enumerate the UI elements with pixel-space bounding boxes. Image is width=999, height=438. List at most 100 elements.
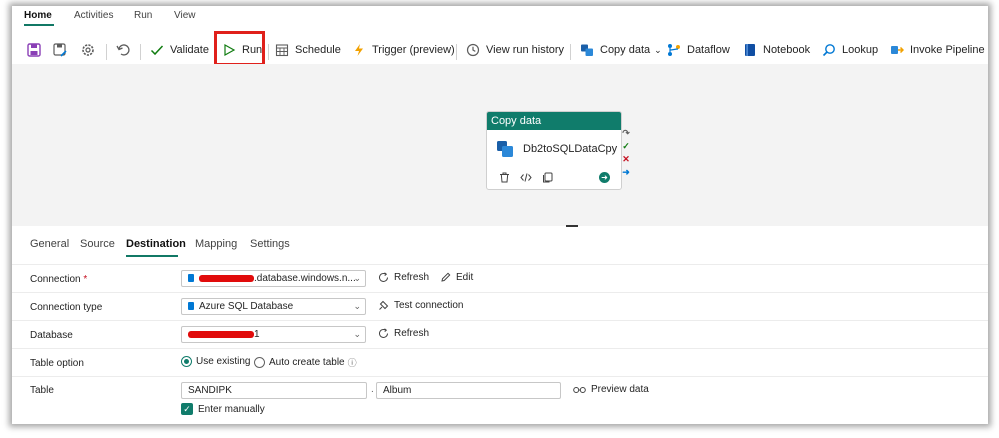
copy-data-button[interactable]: Copy data ⌄	[579, 41, 662, 59]
trigger-button[interactable]: Trigger (preview)	[351, 41, 455, 59]
code-icon[interactable]	[520, 172, 532, 186]
database-row: Database 1 ⌄ Refresh	[12, 320, 988, 347]
activity-ports: ↷ ✓ ✕ ➜	[621, 128, 631, 178]
tab-run[interactable]: Run	[134, 10, 152, 22]
completion-port-icon[interactable]: ➜	[621, 167, 631, 178]
undo-button[interactable]	[115, 41, 136, 59]
panel-resize-handle[interactable]	[566, 225, 578, 227]
required-mark: *	[83, 274, 88, 285]
tab-general[interactable]: General	[30, 238, 69, 250]
connection-refresh-button[interactable]: Refresh	[378, 272, 429, 283]
connection-label: Connection *	[30, 274, 88, 285]
preview-data-button[interactable]: Preview data	[573, 384, 649, 395]
skip-port-icon[interactable]: ↷	[621, 128, 631, 139]
redacted-server-name	[199, 274, 254, 282]
dataflow-icon	[666, 42, 682, 58]
active-panel-tab-indicator	[126, 255, 178, 257]
pipeline-editor-window: Home Activities Run View Validate Run Sc…	[12, 6, 988, 424]
toolbar-separator	[268, 44, 269, 60]
validate-label: Validate	[170, 44, 209, 56]
database-icon	[188, 274, 194, 282]
copy-data-activity[interactable]: Copy data Db2toSQLDataCpy ➜	[486, 111, 622, 190]
notebook-icon	[742, 42, 758, 58]
redacted-database-name	[188, 330, 254, 338]
connection-type-row: Connection type Azure SQL Database ⌄ Tes…	[12, 292, 988, 319]
tab-destination[interactable]: Destination	[126, 238, 186, 250]
plug-icon	[378, 300, 389, 311]
fail-port-icon[interactable]: ✕	[621, 154, 631, 165]
database-refresh-button[interactable]: Refresh	[378, 328, 429, 339]
calendar-icon	[274, 42, 290, 58]
tab-view[interactable]: View	[174, 10, 196, 22]
properties-panel: General Source Destination Mapping Setti…	[12, 228, 988, 424]
toolbar-separator	[570, 44, 571, 60]
auto-create-table-radio[interactable]: Auto create table ⓘ	[254, 356, 357, 369]
lookup-button[interactable]: Lookup	[821, 41, 878, 59]
active-tab-indicator	[24, 24, 54, 26]
connection-value: .database.windows.n...	[254, 273, 356, 284]
copy-data-icon	[496, 140, 514, 161]
settings-button[interactable]	[80, 41, 101, 59]
connection-dropdown[interactable]: .database.windows.n... ⌄	[181, 270, 366, 287]
toolbar: Validate Run Schedule Trigger (preview)	[12, 34, 988, 65]
table-schema-input[interactable]: SANDIPK	[181, 382, 367, 399]
notebook-label: Notebook	[763, 44, 811, 56]
activity-tools	[499, 172, 553, 186]
database-dropdown[interactable]: 1 ⌄	[181, 326, 366, 343]
schema-table-separator: .	[371, 384, 374, 395]
connection-edit-button[interactable]: Edit	[440, 272, 473, 283]
toolbar-separator	[456, 44, 457, 60]
toolbar-separator	[140, 44, 141, 60]
dataflow-button[interactable]: Dataflow	[666, 41, 730, 59]
gear-icon	[80, 42, 96, 58]
test-connection-button[interactable]: Test connection	[378, 300, 464, 311]
schedule-button[interactable]: Schedule	[274, 41, 341, 59]
pipeline-canvas[interactable]: Copy data Db2toSQLDataCpy ➜ ↷ ✓ ✕ ➜	[12, 64, 988, 226]
connection-type-label: Connection type	[30, 302, 103, 313]
delete-icon[interactable]	[499, 172, 510, 186]
table-option-row: Table option Use existing Auto create ta…	[12, 348, 988, 375]
invoke-pipeline-icon	[889, 42, 905, 58]
validate-button[interactable]: Validate	[149, 41, 209, 59]
notebook-button[interactable]: Notebook	[742, 41, 810, 59]
refresh-icon	[378, 272, 389, 283]
view-run-history-button[interactable]: View run history	[465, 41, 564, 59]
table-name-input[interactable]: Album	[376, 382, 561, 399]
table-row: Table SANDIPK . Album Preview data ✓ Ent…	[12, 376, 988, 424]
lightning-icon	[351, 42, 367, 58]
tab-settings[interactable]: Settings	[250, 238, 290, 250]
radio-unselected-icon	[254, 357, 265, 368]
save-as-button[interactable]	[52, 41, 73, 59]
view-run-history-label: View run history	[486, 44, 565, 56]
save-as-icon	[52, 42, 68, 58]
menu-tabs: Home Activities Run View	[12, 6, 988, 26]
success-port-icon[interactable]: ✓	[621, 141, 631, 152]
chevron-down-icon: ⌄	[353, 301, 361, 311]
database-value: 1	[254, 329, 260, 340]
save-icon	[26, 42, 42, 58]
database-icon	[188, 302, 194, 310]
connection-type-dropdown[interactable]: Azure SQL Database ⌄	[181, 298, 366, 315]
lookup-label: Lookup	[842, 44, 879, 56]
search-icon	[821, 42, 837, 58]
chevron-down-icon: ⌄	[654, 44, 662, 55]
enter-manually-checkbox[interactable]: ✓ Enter manually	[181, 403, 265, 415]
schedule-label: Schedule	[295, 44, 341, 56]
connection-type-value: Azure SQL Database	[199, 301, 294, 312]
tab-source[interactable]: Source	[80, 238, 115, 250]
tab-mapping[interactable]: Mapping	[195, 238, 237, 250]
tab-home[interactable]: Home	[24, 10, 52, 22]
clone-icon[interactable]	[542, 172, 553, 186]
trigger-label: Trigger (preview)	[372, 44, 455, 56]
save-button[interactable]	[26, 41, 47, 59]
pencil-icon	[440, 272, 451, 283]
tab-activities[interactable]: Activities	[74, 10, 113, 22]
info-icon[interactable]: ⓘ	[348, 356, 357, 369]
chevron-down-icon: ⌄	[353, 329, 361, 339]
use-existing-radio[interactable]: Use existing	[181, 356, 250, 367]
invoke-pipeline-button[interactable]: Invoke Pipeline	[889, 41, 985, 59]
checkmark-icon	[149, 42, 165, 58]
radio-selected-icon	[181, 356, 192, 367]
arrow-right-icon[interactable]: ➜	[599, 172, 610, 183]
chevron-down-icon: ⌄	[353, 273, 361, 283]
